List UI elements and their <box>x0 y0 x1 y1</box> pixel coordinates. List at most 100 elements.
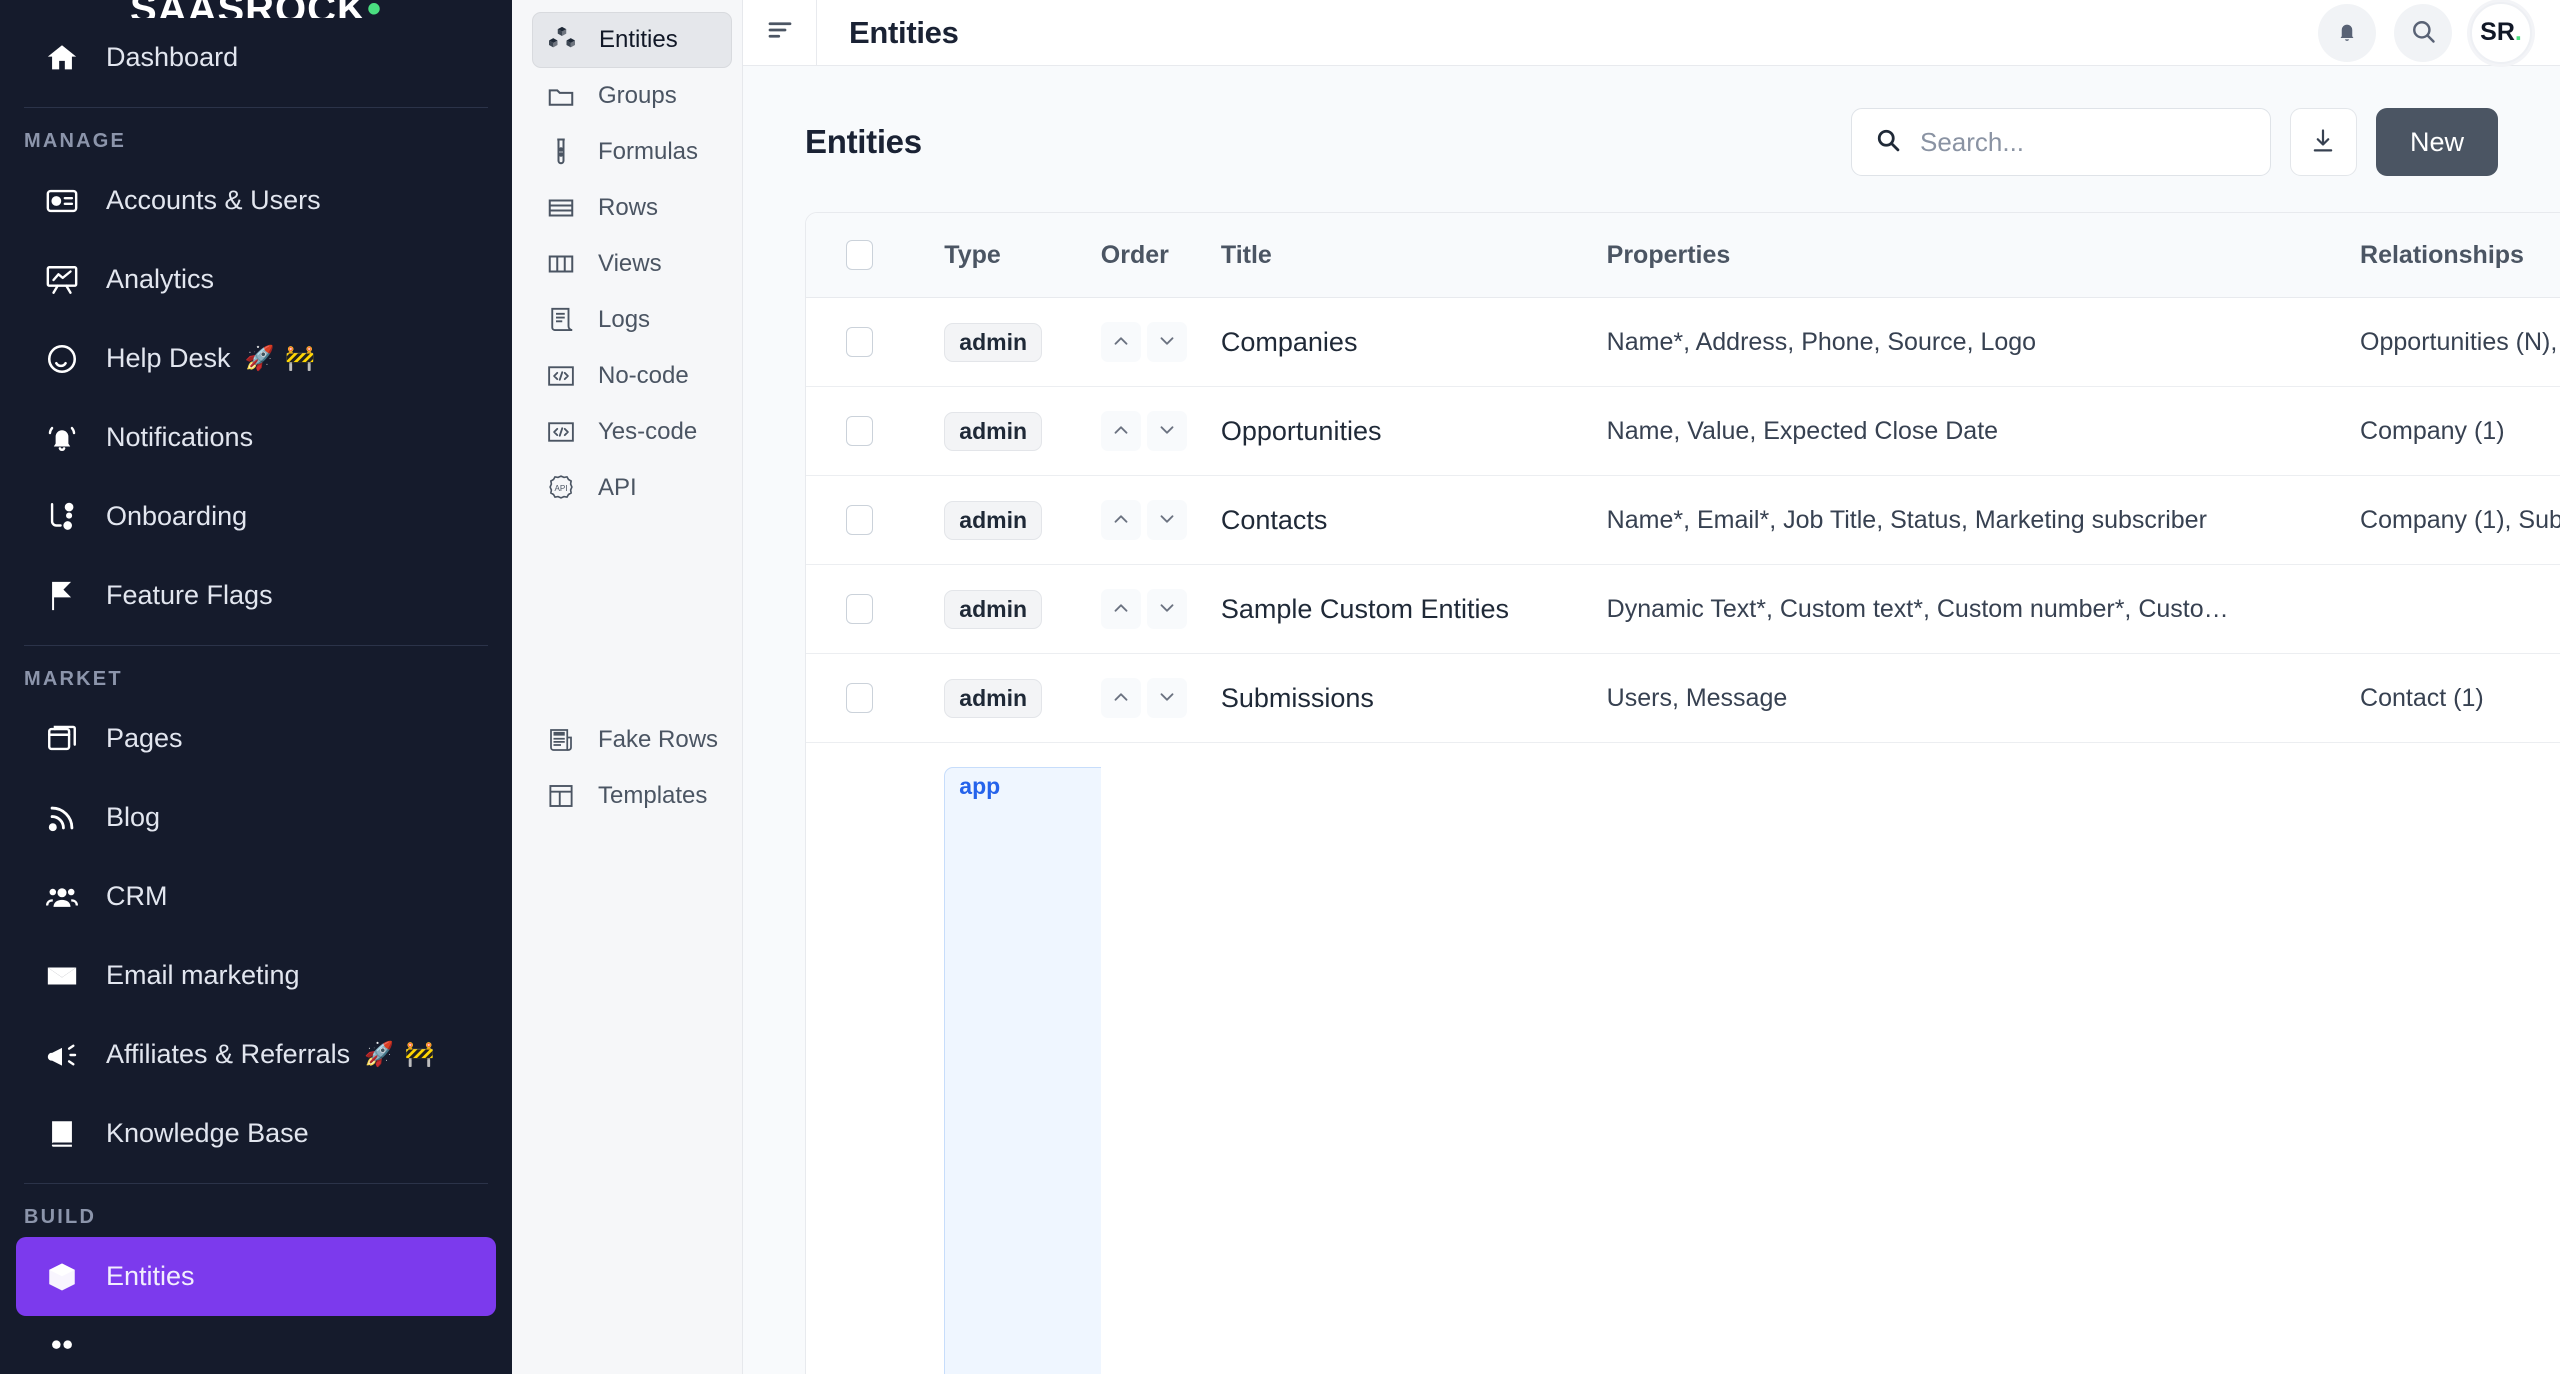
new-button[interactable]: New <box>2376 108 2498 176</box>
hamburger-icon <box>765 15 795 50</box>
select-all-checkbox[interactable] <box>846 240 873 270</box>
row-properties-cell: Dynamic Text*, Custom text*, Custom numb… <box>1607 565 2360 654</box>
column-header-type[interactable]: Type <box>944 213 1100 298</box>
row-title-cell[interactable]: Sample Custom Entities <box>1221 565 1607 654</box>
row-order-cell <box>1101 654 1221 743</box>
sidebar-item-label: Knowledge Base <box>106 1118 309 1149</box>
move-up-button[interactable] <box>1101 678 1141 718</box>
subnav-item-views[interactable]: Views <box>532 236 732 292</box>
subnav-item-api[interactable]: API API <box>532 460 732 516</box>
sidebar-item-feature-flags[interactable]: Feature Flags <box>16 556 496 635</box>
row-type-cell: admin <box>944 565 1100 654</box>
move-down-button[interactable] <box>1147 678 1187 718</box>
subnav-item-formulas[interactable]: Formulas <box>532 124 732 180</box>
move-down-button[interactable] <box>1147 322 1187 362</box>
subnav-item-label: Templates <box>598 782 707 810</box>
avatar[interactable]: SR. <box>2470 2 2532 64</box>
sidebar-item-label: Accounts & Users <box>106 185 321 216</box>
row-properties-cell: Name*, Type*, Description, Document*, Do… <box>1607 743 2360 1374</box>
subnav-item-label: API <box>598 474 637 502</box>
sidebar-item-email-marketing[interactable]: Email marketing <box>16 936 496 1015</box>
move-down-button[interactable] <box>1147 589 1187 629</box>
move-down-button[interactable] <box>1147 411 1187 451</box>
move-up-button[interactable] <box>1101 500 1141 540</box>
row-title-cell[interactable]: Submissions <box>1221 654 1607 743</box>
app-logo[interactable]: SAASROCK• <box>0 0 512 18</box>
sidebar-item-label: CRM <box>106 881 168 912</box>
row-type-cell: admin <box>944 476 1100 565</box>
row-checkbox[interactable] <box>846 416 873 446</box>
move-up-button[interactable] <box>1101 322 1141 362</box>
sidebar-item-label: Onboarding <box>106 501 247 532</box>
table-row[interactable]: admin ContactsName*, Email*, Job Title, S… <box>806 476 2560 565</box>
sidebar-item-notifications[interactable]: Notifications <box>16 398 496 477</box>
sidebar-item-label: Notifications <box>106 422 253 453</box>
table-row[interactable]: app ContractsName*, Type*, Description, D… <box>806 743 2560 1374</box>
sidebar-item-knowledge-base[interactable]: Knowledge Base <box>16 1094 496 1173</box>
table-row[interactable]: adminOpportunitiesName, Value, Expected … <box>806 387 2560 476</box>
search-box[interactable] <box>1851 108 2271 176</box>
row-title-cell[interactable]: Contacts <box>1221 476 1607 565</box>
row-checkbox[interactable] <box>846 327 873 357</box>
avatar-initials: SR <box>2480 18 2515 47</box>
sidebar-item-dashboard[interactable]: Dashboard <box>16 18 496 97</box>
column-header-order[interactable]: Order <box>1101 213 1221 298</box>
code-icon <box>544 415 578 449</box>
notifications-button[interactable] <box>2318 4 2376 62</box>
subnav-item-templates[interactable]: Templates <box>532 768 732 824</box>
row-checkbox[interactable] <box>846 683 873 713</box>
sidebar-item-help-desk[interactable]: Help Desk 🚀 🚧 <box>16 319 496 398</box>
table-row[interactable]: adminSubmissionsUsers, MessageContact (1… <box>806 654 2560 743</box>
subnav-item-fake-rows[interactable]: Fake Rows <box>532 712 732 768</box>
row-title-cell[interactable]: Contracts <box>1221 743 1607 1374</box>
svg-text:API: API <box>554 484 567 493</box>
table-row[interactable]: adminCompaniesName*, Address, Phone, Sou… <box>806 298 2560 387</box>
flow-branch-icon <box>40 495 84 539</box>
receipt-icon <box>544 303 578 337</box>
column-header-properties[interactable]: Properties <box>1607 213 2360 298</box>
subnav-item-logs[interactable]: Logs <box>532 292 732 348</box>
bell-icon <box>2333 17 2361 48</box>
global-search-button[interactable] <box>2394 4 2452 62</box>
subnav-item-no-code[interactable]: No-code <box>532 348 732 404</box>
chevron-up-icon <box>1110 508 1132 533</box>
chevron-down-icon <box>1156 508 1178 533</box>
row-order-cell <box>1101 476 1221 565</box>
subnav-item-groups[interactable]: Groups <box>532 68 732 124</box>
row-title-cell[interactable]: Companies <box>1221 298 1607 387</box>
move-down-button[interactable] <box>1147 500 1187 540</box>
row-properties-cell: Name*, Email*, Job Title, Status, Market… <box>1607 476 2360 565</box>
row-title-cell[interactable]: Opportunities <box>1221 387 1607 476</box>
sidebar-toggle-button[interactable] <box>743 0 817 66</box>
subnav-item-entities[interactable]: Entities <box>532 12 732 68</box>
sidebar-item-crm[interactable]: CRM <box>16 857 496 936</box>
row-checkbox[interactable] <box>846 505 873 535</box>
select-all-header <box>806 213 944 298</box>
row-order-cell <box>1101 743 1221 1374</box>
sidebar-item-partial-next[interactable] <box>16 1316 496 1374</box>
search-input[interactable] <box>1920 127 2248 158</box>
sidebar-item-blog[interactable]: Blog <box>16 778 496 857</box>
type-badge: app <box>944 767 1100 1374</box>
move-up-button[interactable] <box>1101 589 1141 629</box>
row-relationships-cell <box>2360 565 2560 654</box>
logo-text: SAASROCK <box>130 0 367 18</box>
page-toolbar: New <box>1851 108 2498 176</box>
subnav-item-yes-code[interactable]: Yes-code <box>532 404 732 460</box>
sidebar-item-entities[interactable]: Entities <box>16 1237 496 1316</box>
subnav-item-rows[interactable]: Rows <box>532 180 732 236</box>
page-title: Entities <box>817 15 959 51</box>
sidebar-item-pages[interactable]: Pages <box>16 699 496 778</box>
download-button[interactable] <box>2290 108 2357 176</box>
sidebar-item-accounts-users[interactable]: Accounts & Users <box>16 161 496 240</box>
megaphone-icon <box>40 1033 84 1077</box>
table-row[interactable]: admin Sample Custom EntitiesDynamic Text*… <box>806 565 2560 654</box>
column-header-relationships[interactable]: Relationships <box>2360 213 2560 298</box>
sidebar-item-affiliates-referrals[interactable]: Affiliates & Referrals 🚀 🚧 <box>16 1015 496 1094</box>
sidebar-item-onboarding[interactable]: Onboarding <box>16 477 496 556</box>
sidebar-item-analytics[interactable]: Analytics <box>16 240 496 319</box>
column-header-title[interactable]: Title <box>1221 213 1607 298</box>
move-up-button[interactable] <box>1101 411 1141 451</box>
page-header: Entities New <box>805 108 2498 176</box>
row-checkbox[interactable] <box>846 594 873 624</box>
